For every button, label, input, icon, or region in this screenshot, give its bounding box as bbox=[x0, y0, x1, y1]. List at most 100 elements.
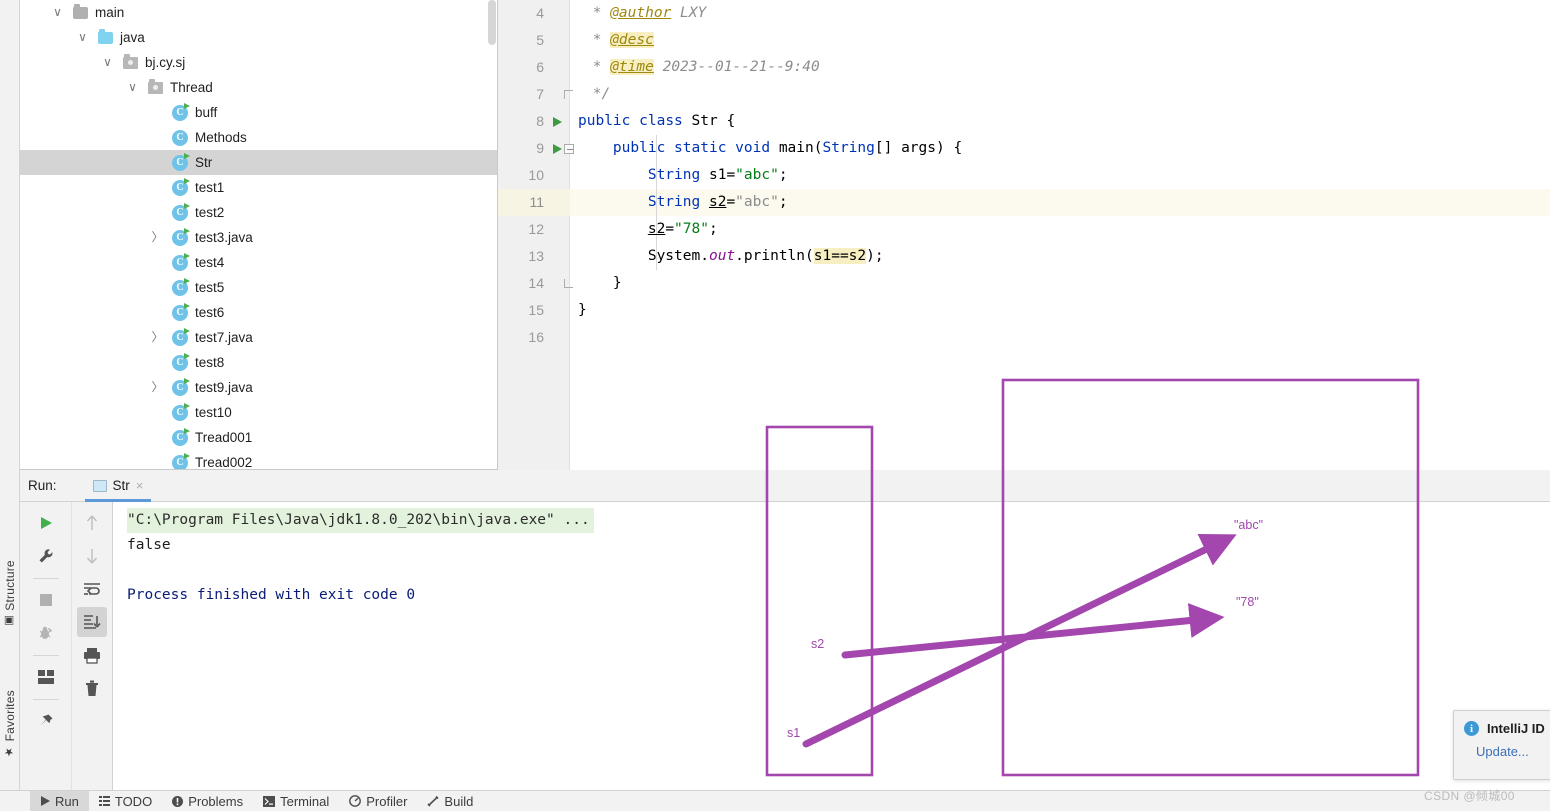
bottom-status-bar: Run TODO Problems Terminal Profiler Build bbox=[0, 790, 1550, 811]
status-run-label: Run bbox=[55, 793, 79, 809]
tree-item-test6[interactable]: Ctest6 bbox=[20, 300, 497, 325]
status-todo[interactable]: TODO bbox=[89, 791, 162, 811]
tree-item-test10[interactable]: Ctest10 bbox=[20, 400, 497, 425]
layout-button[interactable] bbox=[31, 662, 61, 692]
stop-icon bbox=[39, 594, 52, 606]
tree-item-test1[interactable]: Ctest1 bbox=[20, 175, 497, 200]
clear-all-button[interactable] bbox=[77, 673, 107, 703]
bug-icon bbox=[39, 626, 52, 639]
javadoc-time-value: 2023--01--21--9:40 bbox=[662, 59, 820, 75]
sidebar-tab-structure[interactable]: ▣ Structure bbox=[0, 560, 20, 628]
tree-item-java[interactable]: java bbox=[20, 25, 497, 50]
status-run[interactable]: Run bbox=[30, 790, 89, 811]
down-the-stack-trace-button[interactable] bbox=[77, 541, 107, 571]
java-class-runnable-icon: C bbox=[170, 225, 190, 250]
tree-item-str[interactable]: C Str bbox=[20, 150, 497, 175]
tree-item-thread[interactable]: Thread bbox=[20, 75, 497, 100]
tree-item-main[interactable]: main bbox=[20, 0, 497, 25]
rerun-button[interactable] bbox=[31, 508, 61, 538]
type-string-args: String bbox=[822, 140, 875, 156]
notification-popup[interactable]: i IntelliJ ID Update... bbox=[1453, 710, 1550, 780]
chevron-right-icon[interactable] bbox=[145, 225, 170, 250]
pin-tab-button[interactable] bbox=[31, 706, 61, 736]
tree-item-tread001[interactable]: C Tread001 bbox=[20, 425, 497, 450]
package-icon bbox=[120, 50, 140, 75]
notification-header: i IntelliJ ID bbox=[1464, 721, 1550, 736]
fold-end-icon bbox=[564, 90, 574, 99]
edit-configurations-button[interactable] bbox=[31, 541, 61, 571]
run-tab-str[interactable]: Str × bbox=[84, 470, 152, 502]
tree-item-buff[interactable]: Cbuff bbox=[20, 100, 497, 125]
code-editor[interactable]: * @author LXY * @desc * @time 2023--01--… bbox=[498, 0, 1550, 470]
tree-item-label: test7.java bbox=[195, 330, 253, 345]
java-class-runnable-icon: C bbox=[170, 400, 190, 425]
java-class-runnable-icon: C bbox=[170, 350, 190, 375]
status-build-icon bbox=[427, 795, 439, 807]
status-problems-label: Problems bbox=[188, 793, 244, 809]
status-terminal[interactable]: Terminal bbox=[253, 791, 339, 811]
stop-button[interactable] bbox=[31, 585, 61, 615]
java-class-runnable-icon: C bbox=[170, 175, 190, 200]
run-console-output[interactable]: "C:\Program Files\Java\jdk1.8.0_202\bin\… bbox=[113, 502, 1550, 790]
status-profiler[interactable]: Profiler bbox=[339, 791, 417, 811]
tree-item-label: test8 bbox=[195, 355, 225, 370]
tree-item-label: buff bbox=[195, 105, 218, 120]
tree-item-label: Methods bbox=[195, 130, 247, 145]
chevron-right-icon[interactable] bbox=[145, 325, 170, 350]
run-toolbar-primary bbox=[20, 502, 72, 790]
tree-item-test9-java[interactable]: Ctest9.java bbox=[20, 375, 497, 400]
favorites-label: Favorites bbox=[3, 690, 17, 742]
status-build[interactable]: Build bbox=[417, 791, 483, 811]
line-number-9: 9 bbox=[536, 140, 544, 156]
scroll-to-end-button[interactable] bbox=[77, 607, 107, 637]
tree-item-test7-java[interactable]: Ctest7.java bbox=[20, 325, 497, 350]
chevron-down-icon[interactable] bbox=[95, 50, 120, 75]
run-gutter-marker-line-8[interactable] bbox=[550, 108, 564, 135]
chevron-down-icon[interactable] bbox=[120, 75, 145, 100]
project-tree-panel[interactable]: mainjavabj.cy.sjThreadCbuffCMethodsCStrC… bbox=[20, 0, 498, 470]
project-tree-scrollbar-thumb[interactable] bbox=[488, 0, 496, 45]
fold-marker-line-7[interactable] bbox=[562, 81, 576, 108]
debug-button[interactable] bbox=[31, 618, 61, 648]
literal-78: "78" bbox=[674, 221, 709, 237]
console-output-line: false bbox=[127, 537, 171, 553]
notification-update-link[interactable]: Update... bbox=[1476, 744, 1550, 759]
tree-item-tread002[interactable]: C Tread002 bbox=[20, 450, 497, 469]
fold-marker-line-14[interactable] bbox=[562, 270, 576, 297]
print-button[interactable] bbox=[77, 640, 107, 670]
type-string-s2: String bbox=[647, 194, 701, 210]
editor-code-area[interactable]: * @author LXY * @desc * @time 2023--01--… bbox=[570, 0, 1550, 470]
kw-public-class: public bbox=[578, 113, 631, 129]
arrow-up-icon bbox=[86, 515, 98, 530]
left-tool-strip: ▣ Structure ★ Favorites bbox=[0, 0, 20, 790]
tree-item-bj-cy-sj[interactable]: bj.cy.sj bbox=[20, 50, 497, 75]
fold-marker-line-9[interactable] bbox=[562, 135, 576, 162]
tree-item-test2[interactable]: Ctest2 bbox=[20, 200, 497, 225]
trash-icon bbox=[86, 680, 98, 696]
java-class-runnable-icon: C bbox=[170, 425, 190, 450]
source-folder-icon bbox=[95, 25, 115, 50]
tree-item-test8[interactable]: Ctest8 bbox=[20, 350, 497, 375]
sidebar-tab-favorites[interactable]: ★ Favorites bbox=[0, 690, 20, 758]
tree-item-label: test9.java bbox=[195, 380, 253, 395]
line-number-7: 7 bbox=[536, 86, 544, 102]
up-the-stack-trace-button[interactable] bbox=[77, 508, 107, 538]
println-call: println bbox=[743, 248, 806, 264]
close-icon[interactable]: × bbox=[136, 478, 144, 493]
tree-item-test3-java[interactable]: Ctest3.java bbox=[20, 225, 497, 250]
tree-item-methods[interactable]: C Methods bbox=[20, 125, 497, 150]
project-tree-scrollbar[interactable] bbox=[488, 0, 497, 469]
status-profiler-icon bbox=[349, 795, 362, 807]
status-problems[interactable]: Problems bbox=[162, 791, 253, 811]
chevron-down-icon[interactable] bbox=[70, 25, 95, 50]
kw-static: static bbox=[674, 140, 727, 156]
run-gutter-marker-line-9[interactable] bbox=[550, 135, 564, 162]
var-s2-assign: s2 bbox=[647, 221, 666, 237]
chevron-down-icon[interactable] bbox=[45, 0, 70, 25]
tree-item-test5[interactable]: Ctest5 bbox=[20, 275, 497, 300]
tree-item-test4[interactable]: Ctest4 bbox=[20, 250, 497, 275]
chevron-right-icon[interactable] bbox=[145, 375, 170, 400]
soft-wrap-button[interactable] bbox=[77, 574, 107, 604]
